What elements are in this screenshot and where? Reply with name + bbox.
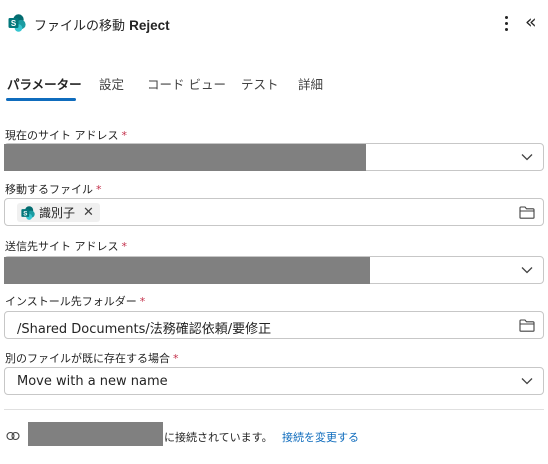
destination-folder-label: インストール先フォルダー * — [5, 293, 145, 309]
tab-list: パラメーター 設定 コード ビュー テスト 詳細 — [0, 66, 548, 102]
panel-header: S ファイルの移動 Reject « — [0, 0, 548, 44]
current-site-dropdown[interactable] — [4, 143, 544, 171]
destination-folder-input[interactable]: /Shared Documents/法務確認依頼/要修正 — [4, 311, 544, 339]
remove-token-icon[interactable]: ✕ — [83, 206, 94, 219]
destination-site-dropdown[interactable] — [4, 256, 544, 284]
tab-code-view[interactable]: コード ビュー — [147, 74, 226, 93]
svg-text:S: S — [23, 210, 27, 217]
change-connection-link[interactable]: 接続を変更する — [282, 429, 359, 445]
folder-icon[interactable] — [519, 206, 535, 219]
redacted-value — [4, 257, 370, 284]
sharepoint-logo-icon: S — [8, 14, 26, 32]
chevron-down-icon — [521, 378, 533, 385]
chevron-down-icon — [521, 154, 533, 161]
footer-divider — [4, 409, 544, 410]
tab-testing[interactable]: テスト — [241, 74, 279, 93]
token-label: 識別子 — [39, 206, 76, 220]
svg-text:S: S — [11, 19, 17, 28]
connection-link-icon — [6, 431, 20, 441]
more-vertical-icon — [505, 16, 508, 19]
redacted-value — [4, 144, 366, 171]
required-marker: * — [173, 352, 179, 365]
destination-site-label-text: 送信先サイト アドレス — [5, 240, 119, 253]
more-options-button[interactable] — [500, 12, 514, 34]
if-exists-label-text: 別のファイルが既に存在する場合 — [5, 352, 170, 365]
redacted-connection-name — [28, 422, 163, 446]
tab-parameters[interactable]: パラメーター — [7, 74, 82, 93]
action-title-name: Reject — [129, 18, 170, 33]
if-exists-value: Move with a new name — [17, 374, 168, 389]
tab-about[interactable]: 詳細 — [298, 74, 323, 93]
required-marker: * — [96, 183, 102, 196]
tab-settings[interactable]: 設定 — [99, 74, 124, 93]
active-tab-indicator — [6, 98, 76, 101]
dynamic-content-token[interactable]: S 識別子 ✕ — [17, 203, 100, 222]
collapse-panel-icon[interactable]: « — [525, 12, 543, 34]
folder-icon[interactable] — [519, 319, 535, 332]
if-exists-label: 別のファイルが既に存在する場合 * — [5, 350, 179, 366]
destination-folder-label-text: インストール先フォルダー — [5, 295, 137, 308]
destination-folder-value: /Shared Documents/法務確認依頼/要修正 — [17, 322, 272, 337]
chevron-down-icon — [521, 267, 533, 274]
connected-status-text: に接続されています。 — [164, 431, 273, 444]
more-vertical-icon-dot — [505, 28, 508, 31]
action-title-prefix: ファイルの移動 — [34, 19, 130, 34]
destination-site-label: 送信先サイト アドレス * — [5, 238, 127, 254]
file-to-move-label: 移動するファイル * — [5, 181, 102, 197]
more-vertical-icon-dot — [505, 22, 508, 25]
action-title: ファイルの移動 Reject — [34, 15, 170, 34]
sharepoint-logo-icon: S — [21, 205, 35, 220]
required-marker: * — [139, 295, 146, 308]
current-site-label: 現在のサイト アドレス * — [5, 127, 127, 143]
required-marker: * — [121, 240, 128, 253]
if-exists-dropdown[interactable]: Move with a new name — [4, 367, 544, 395]
required-marker: * — [121, 129, 128, 142]
file-to-move-label-text: 移動するファイル — [5, 183, 93, 196]
current-site-label-text: 現在のサイト アドレス — [5, 129, 119, 142]
file-to-move-input[interactable]: S 識別子 ✕ — [4, 198, 544, 226]
